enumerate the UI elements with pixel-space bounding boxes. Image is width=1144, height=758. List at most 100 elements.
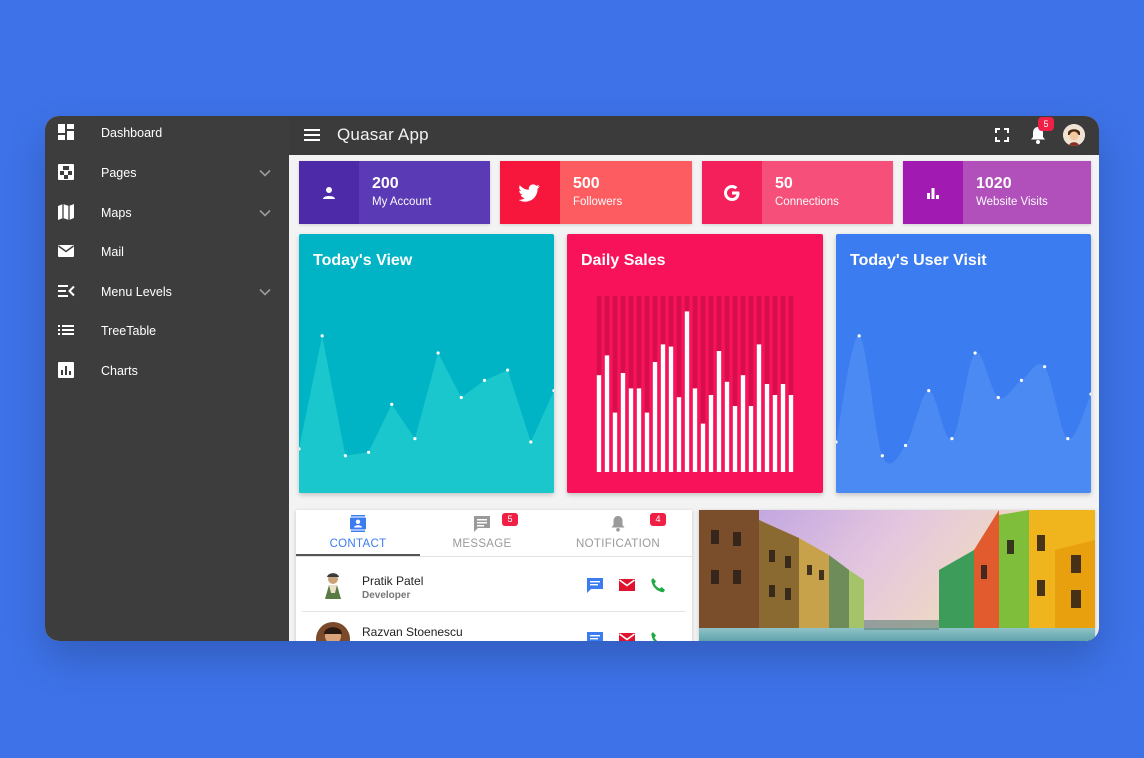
data-point: [880, 454, 884, 458]
sidebar-item-mail[interactable]: Mail: [45, 233, 289, 271]
stat-card-website-visits[interactable]: 1020 Website Visits: [903, 161, 1091, 224]
tab-message[interactable]: MESSAGE 5: [420, 510, 544, 556]
bar: [596, 375, 602, 472]
stat-icon-box: [299, 161, 359, 224]
data-point: [482, 378, 487, 382]
stat-icon-box: [903, 161, 963, 224]
data-point: [1043, 365, 1047, 369]
data-point: [366, 450, 371, 454]
stat-value: 500: [573, 175, 600, 192]
data-point: [973, 351, 977, 355]
sidebar-item-label: Pages: [101, 166, 137, 180]
contact-name: Pratik Patel: [362, 574, 424, 588]
sidebar-item-charts[interactable]: Charts: [45, 352, 289, 390]
tab-label: CONTACT: [329, 538, 387, 550]
bar: [756, 344, 762, 472]
bell-icon: [611, 516, 625, 532]
data-point: [996, 395, 1000, 400]
bar: [692, 388, 698, 472]
contact-icon: [350, 515, 366, 532]
bar: [732, 406, 738, 472]
sidebar: Dashboard Pages Maps Mail Menu Levels Tr…: [45, 116, 289, 641]
data-point: [950, 437, 954, 441]
notification-badge: 4: [650, 513, 666, 526]
stat-value: 1020: [976, 175, 1012, 192]
todays-view-card: Today's View: [299, 234, 554, 493]
bar: [604, 355, 610, 472]
stat-card-account[interactable]: 200 My Account: [299, 161, 490, 224]
user-avatar[interactable]: [1063, 124, 1085, 146]
data-point: [903, 443, 908, 448]
sidebar-item-menu-levels[interactable]: Menu Levels: [45, 273, 289, 311]
data-point: [413, 437, 417, 441]
data-point: [1089, 392, 1091, 396]
contact-avatar: [316, 569, 350, 603]
contact-avatar: [316, 622, 350, 641]
bar: [612, 412, 618, 472]
user-visit-chart: [836, 334, 1091, 493]
data-point: [529, 440, 533, 444]
bar-chart-icon: [927, 187, 939, 199]
tab-notification[interactable]: NOTIFICATION 4: [544, 510, 692, 556]
chevron-down-icon: [259, 209, 271, 217]
tab-label: NOTIFICATION: [576, 538, 660, 550]
sidebar-item-label: TreeTable: [101, 324, 157, 338]
bar: [780, 384, 786, 472]
bar: [636, 388, 642, 472]
stat-card-connections[interactable]: 50 Connections: [702, 161, 893, 224]
list-icon: [58, 325, 74, 335]
stat-icon-box: [702, 161, 762, 224]
data-point: [320, 334, 324, 338]
stat-card-followers[interactable]: 500 Followers: [500, 161, 692, 224]
data-point: [506, 368, 510, 372]
bar: [668, 346, 674, 472]
tab-contact[interactable]: CONTACT: [296, 510, 420, 556]
stat-label: Connections: [775, 196, 839, 208]
contact-name: Razvan Stoenescu: [362, 625, 463, 639]
data-point: [1019, 378, 1024, 382]
chat-icon[interactable]: [586, 631, 604, 641]
bar: [716, 351, 722, 472]
dashboard-icon: [58, 124, 74, 140]
bar: [660, 344, 666, 472]
chat-icon[interactable]: [586, 577, 604, 593]
data-point: [1066, 437, 1070, 441]
contact-row[interactable]: Pratik Patel Developer: [302, 560, 686, 612]
data-point: [857, 334, 861, 338]
sidebar-item-treetable[interactable]: TreeTable: [45, 312, 289, 350]
area-series: [299, 335, 554, 493]
sidebar-item-pages[interactable]: Pages: [45, 154, 289, 192]
email-icon[interactable]: [618, 577, 636, 593]
hamburger-menu-icon[interactable]: [303, 126, 323, 144]
bar: [724, 381, 730, 472]
tabs-divider: [296, 556, 692, 557]
user-visit-card: Today's User Visit: [836, 234, 1091, 493]
fullscreen-icon[interactable]: [994, 127, 1010, 143]
stat-icon-box: [500, 161, 560, 224]
sidebar-item-dashboard[interactable]: Dashboard: [45, 116, 289, 152]
sidebar-item-label: Maps: [101, 206, 132, 220]
chevron-down-icon: [259, 288, 271, 296]
app-window: Dashboard Pages Maps Mail Menu Levels Tr…: [45, 116, 1099, 641]
sidebar-item-maps[interactable]: Maps: [45, 194, 289, 232]
row-divider: [302, 611, 686, 612]
bar: [644, 412, 650, 472]
contact-row[interactable]: Razvan Stoenescu Developer: [302, 613, 686, 641]
data-point: [459, 395, 463, 400]
bar: [764, 384, 770, 472]
bar: [772, 395, 778, 472]
email-icon[interactable]: [618, 631, 636, 641]
bar: [652, 362, 658, 472]
sidebar-item-label: Dashboard: [101, 126, 163, 140]
bar: [708, 395, 714, 472]
area-series: [836, 335, 1091, 493]
menu-levels-icon: [58, 285, 75, 297]
phone-icon[interactable]: [649, 631, 667, 641]
active-tab-indicator: [296, 554, 420, 556]
dashboard-content: 200 My Account 500 Followers 50 Connecti…: [289, 155, 1099, 641]
person-icon: [323, 186, 335, 199]
sidebar-item-label: Charts: [101, 364, 138, 378]
phone-icon[interactable]: [649, 577, 667, 593]
bar: [620, 373, 626, 472]
sidebar-item-label: Mail: [101, 245, 124, 259]
